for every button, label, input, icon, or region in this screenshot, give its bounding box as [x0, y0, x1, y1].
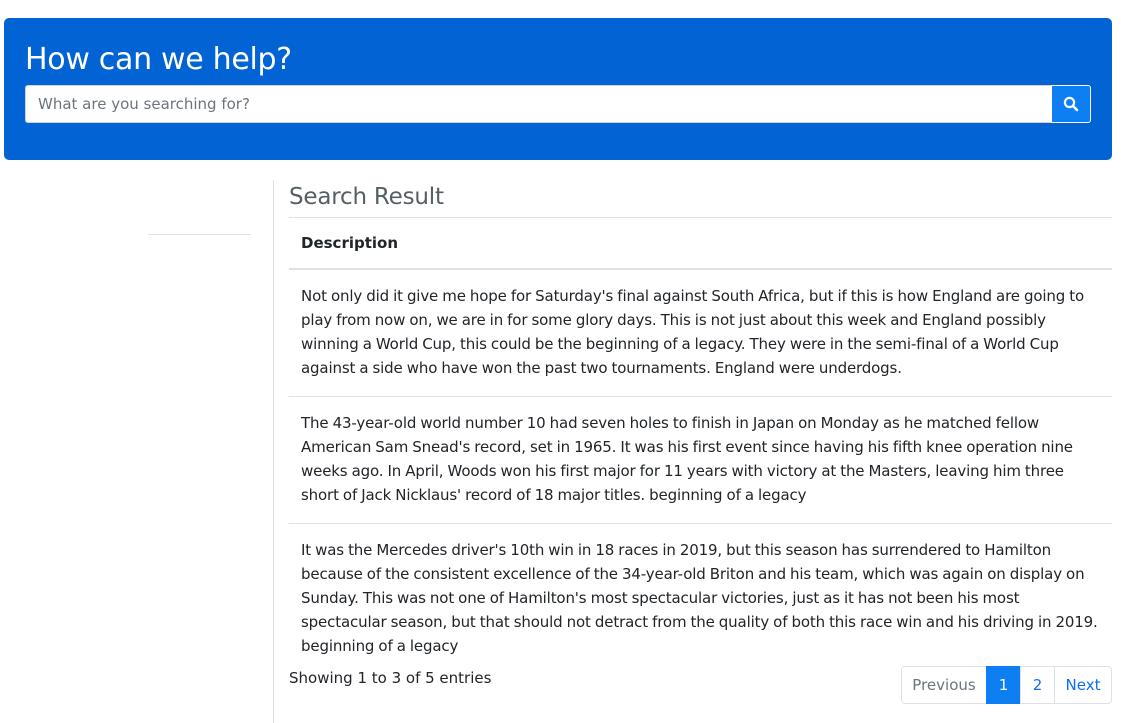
results-panel: Search Result Description Not only did i… — [289, 180, 1112, 674]
search-button[interactable] — [1051, 85, 1091, 123]
table-cell-description: It was the Mercedes driver's 10th win in… — [301, 541, 1098, 655]
table-row: It was the Mercedes driver's 10th win in… — [289, 524, 1112, 675]
page-1-button[interactable]: 1 — [986, 666, 1021, 704]
table-cell-description: The 43-year-old world number 10 had seve… — [289, 396, 1112, 524]
table-cell-description: Not only did it give me hope for Saturda… — [289, 269, 1112, 397]
entries-info: Showing 1 to 3 of 5 entries — [289, 669, 492, 687]
table-row: The 43-year-old world number 10 had seve… — [289, 396, 1112, 524]
pagination: Previous 1 2 Next — [901, 666, 1112, 704]
previous-page-button[interactable]: Previous — [901, 666, 987, 704]
page-title: How can we help? — [25, 42, 292, 77]
table-header-row: Description — [289, 218, 1112, 270]
search-icon — [1063, 96, 1079, 112]
section-title: Search Result — [289, 180, 1112, 218]
next-page-button[interactable]: Next — [1054, 666, 1112, 704]
search-input[interactable] — [25, 85, 1051, 123]
search-bar — [25, 85, 1091, 123]
table-row: Not only did it give me hope for Saturda… — [289, 269, 1112, 397]
sidebar-divider — [148, 234, 251, 235]
help-header: How can we help? — [4, 18, 1112, 160]
results-table: Description Not only did it give me hope… — [289, 218, 1112, 674]
page-2-button[interactable]: 2 — [1020, 666, 1055, 704]
column-header-description[interactable]: Description — [289, 218, 1112, 270]
column-divider — [273, 180, 274, 723]
